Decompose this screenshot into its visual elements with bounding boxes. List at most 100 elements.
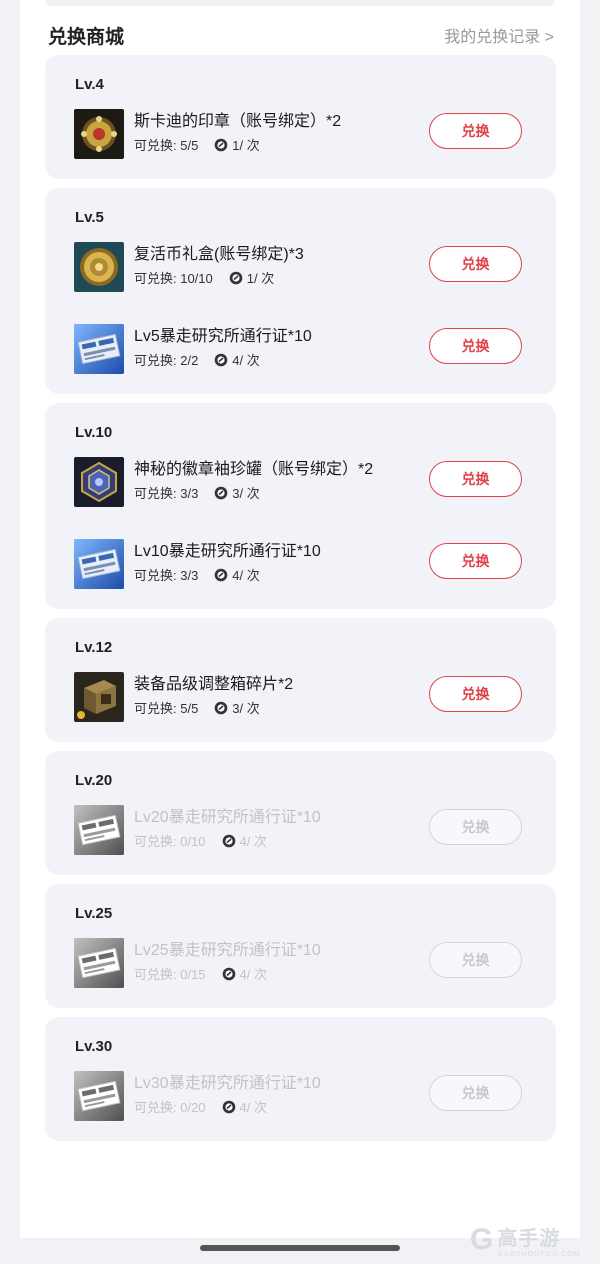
pass-coin-icon [229, 271, 243, 284]
level-label: Lv.12 [75, 639, 113, 656]
level-card: Lv.25 Lv25暴走研究所通行证*10 可兑换: 0/15 4/ 次 兑换 [45, 884, 556, 1008]
pass-coin-icon [214, 486, 228, 499]
pass-ticket-icon [74, 805, 124, 855]
exchange-limit: 可兑换: 2/2 [134, 353, 199, 368]
pass-coin-icon [214, 353, 228, 366]
exchange-cost: 3/ 次 [214, 483, 260, 502]
exchange-record-link[interactable]: 我的兑换记录 > [444, 23, 554, 47]
exchange-cost: 1/ 次 [229, 268, 274, 287]
watermark: G 高手游 GAOSHOUYOU.COM [470, 1220, 598, 1260]
exchange-limit: 可兑换: 5/5 [134, 701, 199, 716]
exchange-item: Lv20暴走研究所通行证*10 可兑换: 0/10 4/ 次 兑换 [74, 797, 556, 859]
pass-coin-icon [214, 138, 228, 151]
exchange-button[interactable]: 兑换 [429, 328, 522, 364]
cost-value: 4/ 次 [239, 1100, 267, 1115]
level-card: Lv.5 复活币礼盒(账号绑定)*3 可兑换: 10/10 1/ 次兑换 Lv5暴走研究… [45, 188, 556, 394]
pass-coin-icon [222, 834, 235, 847]
exchange-button: 兑换 [429, 1075, 522, 1111]
pass-coin-icon [214, 701, 228, 714]
pass-ticket-icon [74, 324, 124, 374]
item-name: 复活币礼盒(账号绑定)*3 [134, 246, 304, 263]
exchange-limit: 可兑换: 0/15 [134, 967, 206, 982]
cost-value: 1/ 次 [232, 138, 260, 153]
item-meta: 可兑换: 3/3 3/ 次 [134, 483, 260, 502]
exchange-cost: 3/ 次 [214, 698, 260, 717]
exchange-item: Lv30暴走研究所通行证*10 可兑换: 0/20 4/ 次 兑换 [74, 1063, 556, 1125]
exchange-item: 神秘的徽章袖珍罐（账号绑定）*2 可兑换: 3/3 3/ 次 兑换 [74, 449, 556, 511]
cost-value: 4/ 次 [239, 834, 267, 849]
pass-coin-icon [222, 967, 235, 980]
exchange-button[interactable]: 兑换 [429, 246, 522, 282]
cost-value: 1/ 次 [246, 271, 275, 286]
pass-ticket-icon [74, 539, 124, 589]
cost-value: 4/ 次 [239, 967, 267, 982]
exchange-item: Lv10暴走研究所通行证*10 可兑换: 3/3 4/ 次 兑换 [74, 531, 556, 593]
shop-header: 兑换商城 我的兑换记录 > [48, 20, 554, 50]
exchange-limit: 可兑换: 3/3 [134, 568, 199, 583]
exchange-button: 兑换 [429, 809, 522, 845]
item-meta: 可兑换: 5/5 3/ 次 [134, 698, 260, 717]
level-card: Lv.10 神秘的徽章袖珍罐（账号绑定）*2 可兑换: 3/3 3/ 次兑换 Lv10暴… [45, 403, 556, 609]
cost-value: 3/ 次 [232, 701, 260, 716]
pass-ticket-icon [74, 938, 124, 988]
exchange-item: Lv5暴走研究所通行证*10 可兑换: 2/2 4/ 次 兑换 [74, 316, 556, 378]
pass-coin-icon [222, 1100, 235, 1113]
level-card: Lv.12 装备品级调整箱碎片*2 可兑换: 5/5 3/ 次 兑换 [45, 618, 556, 742]
item-meta: 可兑换: 0/20 4/ 次 [134, 1097, 267, 1116]
exchange-item: Lv25暴走研究所通行证*10 可兑换: 0/15 4/ 次 兑换 [74, 930, 556, 992]
exchange-cost: 4/ 次 [222, 964, 267, 983]
exchange-cost: 1/ 次 [214, 135, 260, 154]
item-name: Lv30暴走研究所通行证*10 [134, 1075, 321, 1092]
item-name: Lv20暴走研究所通行证*10 [134, 809, 321, 826]
cost-value: 4/ 次 [232, 568, 260, 583]
item-meta: 可兑换: 0/15 4/ 次 [134, 964, 267, 983]
pass-ticket-icon [74, 1071, 124, 1121]
watermark-name: 高手游 [497, 1228, 561, 1250]
level-label: Lv.4 [75, 76, 104, 93]
level-label: Lv.20 [75, 772, 113, 789]
exchange-limit: 可兑换: 3/3 [134, 486, 199, 501]
level-label: Lv.30 [75, 1038, 113, 1055]
exchange-cost: 4/ 次 [214, 565, 260, 584]
level-card: Lv.20 Lv20暴走研究所通行证*10 可兑换: 0/10 4/ 次 兑换 [45, 751, 556, 875]
watermark-logo: G [470, 1223, 494, 1256]
item-meta: 可兑换: 0/10 4/ 次 [134, 831, 267, 850]
exchange-cost: 4/ 次 [222, 1097, 267, 1116]
exchange-item: 斯卡迪的印章（账号绑定）*2 可兑换: 5/5 1/ 次 兑换 [74, 101, 556, 163]
exchange-button[interactable]: 兑换 [429, 461, 522, 497]
exchange-button[interactable]: 兑换 [429, 113, 522, 149]
level-label: Lv.5 [75, 209, 104, 226]
exchange-button: 兑换 [429, 942, 522, 978]
item-name: 斯卡迪的印章（账号绑定）*2 [134, 113, 342, 130]
item-name: 装备品级调整箱碎片*2 [134, 676, 294, 693]
exchange-cost: 4/ 次 [214, 350, 260, 369]
exchange-limit: 可兑换: 0/10 [134, 834, 206, 849]
level-card: Lv.4 斯卡迪的印章（账号绑定）*2 可兑换: 5/5 1/ 次 兑换 [45, 55, 556, 179]
page-title: 兑换商城 [48, 26, 125, 48]
item-meta: 可兑换: 5/5 1/ 次 [134, 135, 260, 154]
cost-value: 3/ 次 [232, 486, 260, 501]
item-meta: 可兑换: 2/2 4/ 次 [134, 350, 260, 369]
level-label: Lv.25 [75, 905, 113, 922]
item-name: Lv10暴走研究所通行证*10 [134, 543, 321, 560]
item-meta: 可兑换: 3/3 4/ 次 [134, 565, 260, 584]
previous-card-edge [45, 0, 555, 6]
exchange-button[interactable]: 兑换 [429, 676, 522, 712]
revive-coin-box-icon [74, 242, 124, 292]
badge-jar-icon [74, 457, 124, 507]
item-name: Lv25暴走研究所通行证*10 [134, 942, 321, 959]
item-name: Lv5暴走研究所通行证*10 [134, 328, 312, 345]
exchange-list: Lv.4 斯卡迪的印章（账号绑定）*2 可兑换: 5/5 1/ 次兑换 Lv.5 复活币礼… [45, 55, 556, 1150]
home-indicator[interactable] [200, 1245, 400, 1251]
exchange-button[interactable]: 兑换 [429, 543, 522, 579]
item-name: 神秘的徽章袖珍罐（账号绑定）*2 [134, 461, 374, 478]
equipment-box-icon [74, 672, 124, 722]
level-card: Lv.30 Lv30暴走研究所通行证*10 可兑换: 0/20 4/ 次 兑换 [45, 1017, 556, 1141]
cost-value: 4/ 次 [232, 353, 260, 368]
watermark-domain: GAOSHOUYOU.COM [497, 1251, 581, 1258]
exchange-item: 复活币礼盒(账号绑定)*3 可兑换: 10/10 1/ 次 兑换 [74, 234, 556, 296]
seal-icon [74, 109, 124, 159]
exchange-item: 装备品级调整箱碎片*2 可兑换: 5/5 3/ 次 兑换 [74, 664, 556, 726]
exchange-limit: 可兑换: 5/5 [134, 138, 199, 153]
pass-coin-icon [214, 568, 228, 581]
